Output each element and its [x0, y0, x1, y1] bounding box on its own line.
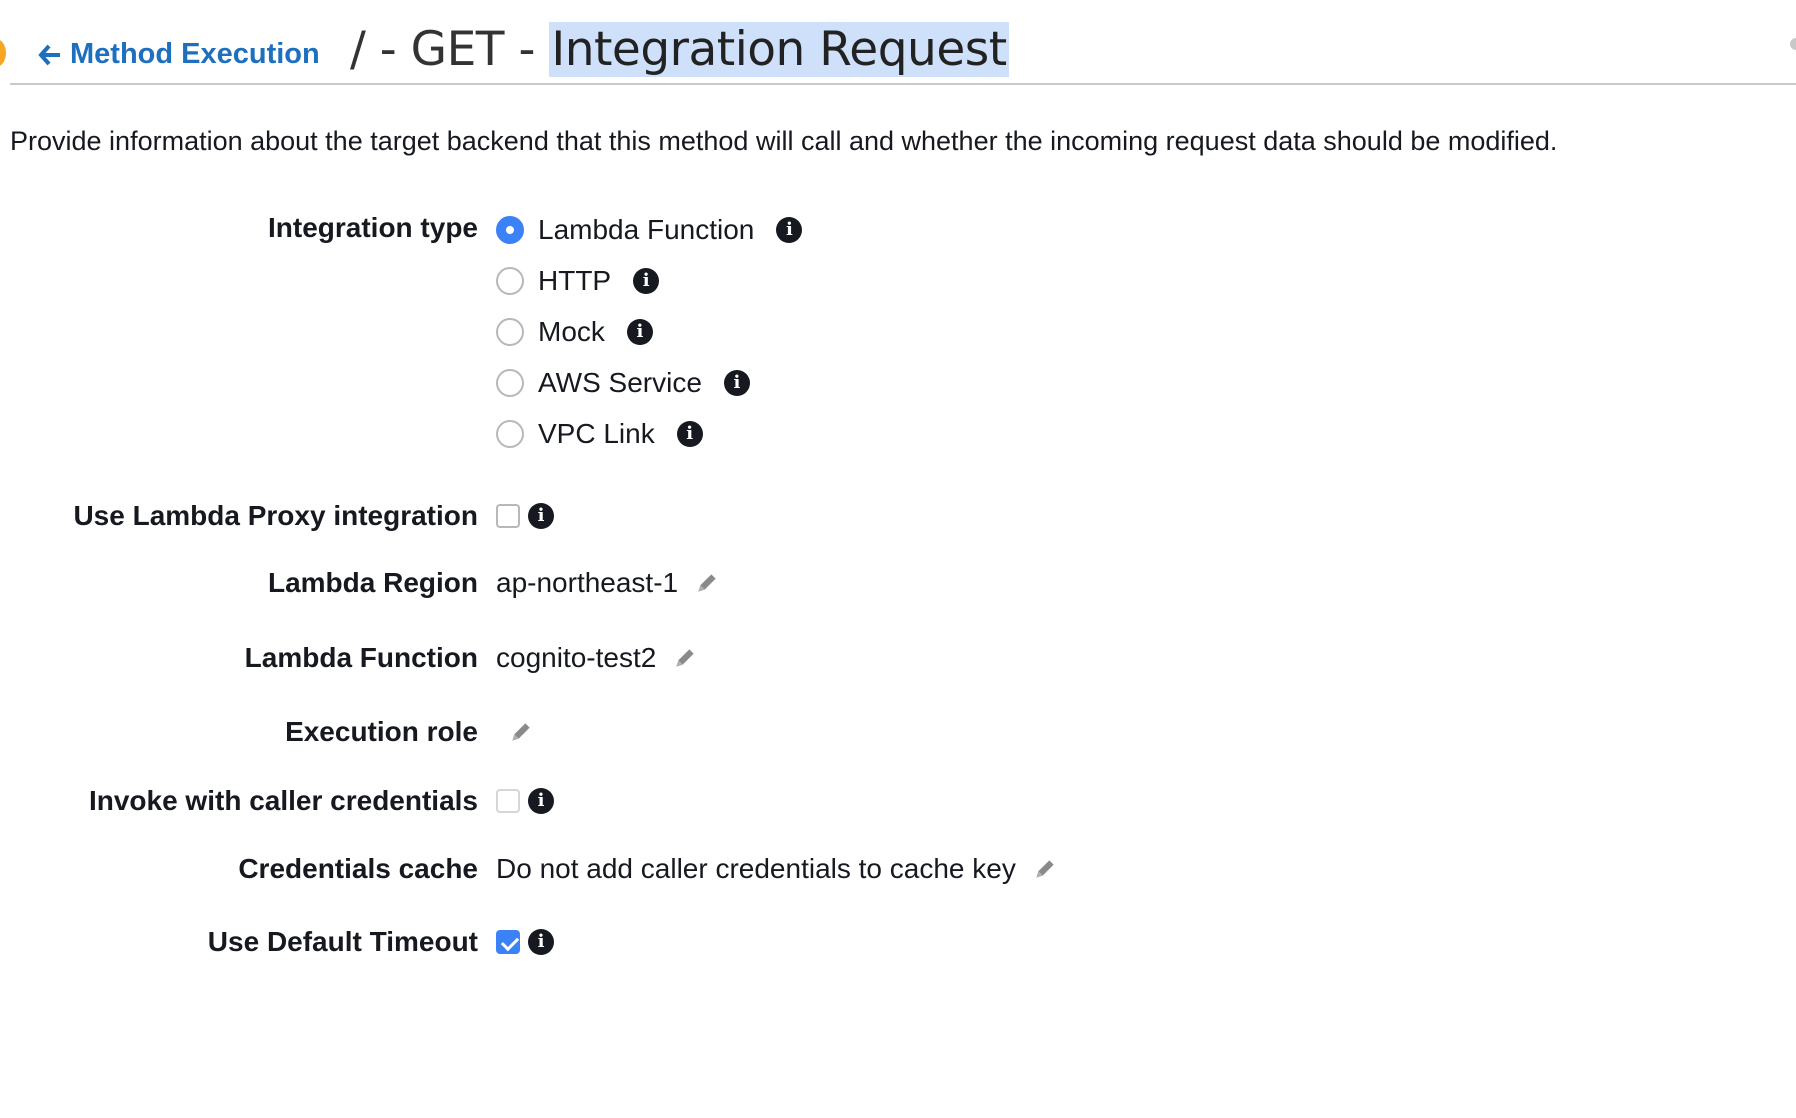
- radio-label: Mock: [538, 316, 605, 347]
- credentials-cache-row: Credentials cache Do not add caller cred…: [0, 853, 1796, 885]
- info-icon[interactable]: i: [776, 217, 803, 243]
- integration-type-option-vpc-link[interactable]: VPC Link i: [496, 418, 703, 450]
- page-title: / - GET - Integration Request: [350, 22, 1009, 77]
- info-icon[interactable]: i: [676, 421, 703, 447]
- info-icon[interactable]: i: [633, 268, 660, 294]
- page-header: Method Execution / - GET - Integration R…: [10, 18, 1796, 85]
- default-timeout-row: Use Default Timeout i: [0, 926, 1796, 958]
- radio-mock[interactable]: [496, 318, 524, 346]
- radio-aws-service[interactable]: [496, 369, 524, 397]
- integration-type-option-http[interactable]: HTTP i: [496, 265, 660, 297]
- integration-type-option-lambda-function[interactable]: Lambda Function i: [496, 214, 803, 246]
- caller-credentials-label: Invoke with caller credentials: [88, 785, 478, 816]
- execution-role-row: Execution role: [0, 716, 1796, 748]
- radio-label: AWS Service: [538, 367, 702, 398]
- pencil-icon[interactable]: [694, 570, 720, 596]
- arrow-left-icon: [38, 44, 60, 65]
- title-highlight: Integration Request: [549, 22, 1009, 77]
- info-icon[interactable]: i: [528, 929, 554, 955]
- lambda-function-label: Lambda Function: [244, 642, 478, 673]
- integration-type-option-aws-service[interactable]: AWS Service i: [496, 367, 750, 399]
- radio-label: HTTP: [538, 265, 612, 296]
- back-link-label: Method Execution: [70, 38, 320, 70]
- radio-label: VPC Link: [538, 418, 655, 449]
- page-description: Provide information about the target bac…: [10, 126, 1558, 156]
- radio-http[interactable]: [496, 267, 524, 295]
- lambda-proxy-label: Use Lambda Proxy integration: [73, 500, 478, 531]
- pencil-icon[interactable]: [672, 645, 698, 671]
- radio-vpc-link[interactable]: [496, 420, 524, 448]
- integration-type-label: Integration type: [267, 212, 478, 243]
- caller-credentials-checkbox[interactable]: [496, 789, 520, 813]
- info-icon[interactable]: i: [626, 319, 653, 345]
- credentials-cache-value: Do not add caller credentials to cache k…: [496, 853, 1016, 884]
- default-timeout-checkbox[interactable]: [496, 930, 520, 954]
- radio-lambda-function[interactable]: [496, 216, 524, 244]
- lambda-proxy-checkbox[interactable]: [496, 504, 520, 528]
- radio-label: Lambda Function: [538, 214, 755, 245]
- execution-role-label: Execution role: [285, 716, 478, 747]
- title-prefix: / - GET -: [350, 22, 550, 77]
- pencil-icon[interactable]: [1032, 856, 1058, 882]
- lambda-region-label: Lambda Region: [267, 567, 478, 598]
- integration-type-row: Integration type: [0, 212, 1796, 244]
- info-icon[interactable]: i: [528, 788, 554, 814]
- default-timeout-label: Use Default Timeout: [207, 926, 478, 957]
- info-icon[interactable]: i: [528, 503, 554, 529]
- info-icon[interactable]: i: [723, 370, 750, 396]
- credentials-cache-label: Credentials cache: [238, 853, 478, 884]
- orange-indicator: [0, 39, 6, 67]
- lambda-region-row: Lambda Region ap-northeast-1: [0, 567, 1796, 599]
- integration-type-option-mock[interactable]: Mock i: [496, 316, 653, 348]
- lambda-proxy-row: Use Lambda Proxy integration i: [0, 500, 1796, 532]
- caller-credentials-row: Invoke with caller credentials i: [0, 785, 1796, 817]
- lambda-function-value: cognito-test2: [496, 642, 657, 673]
- integration-request-page: Method Execution / - GET - Integration R…: [0, 0, 1796, 1118]
- lambda-function-row: Lambda Function cognito-test2: [0, 642, 1796, 674]
- lambda-region-value: ap-northeast-1: [496, 567, 679, 598]
- method-execution-back-link[interactable]: Method Execution: [38, 38, 320, 71]
- pencil-icon[interactable]: [508, 719, 534, 745]
